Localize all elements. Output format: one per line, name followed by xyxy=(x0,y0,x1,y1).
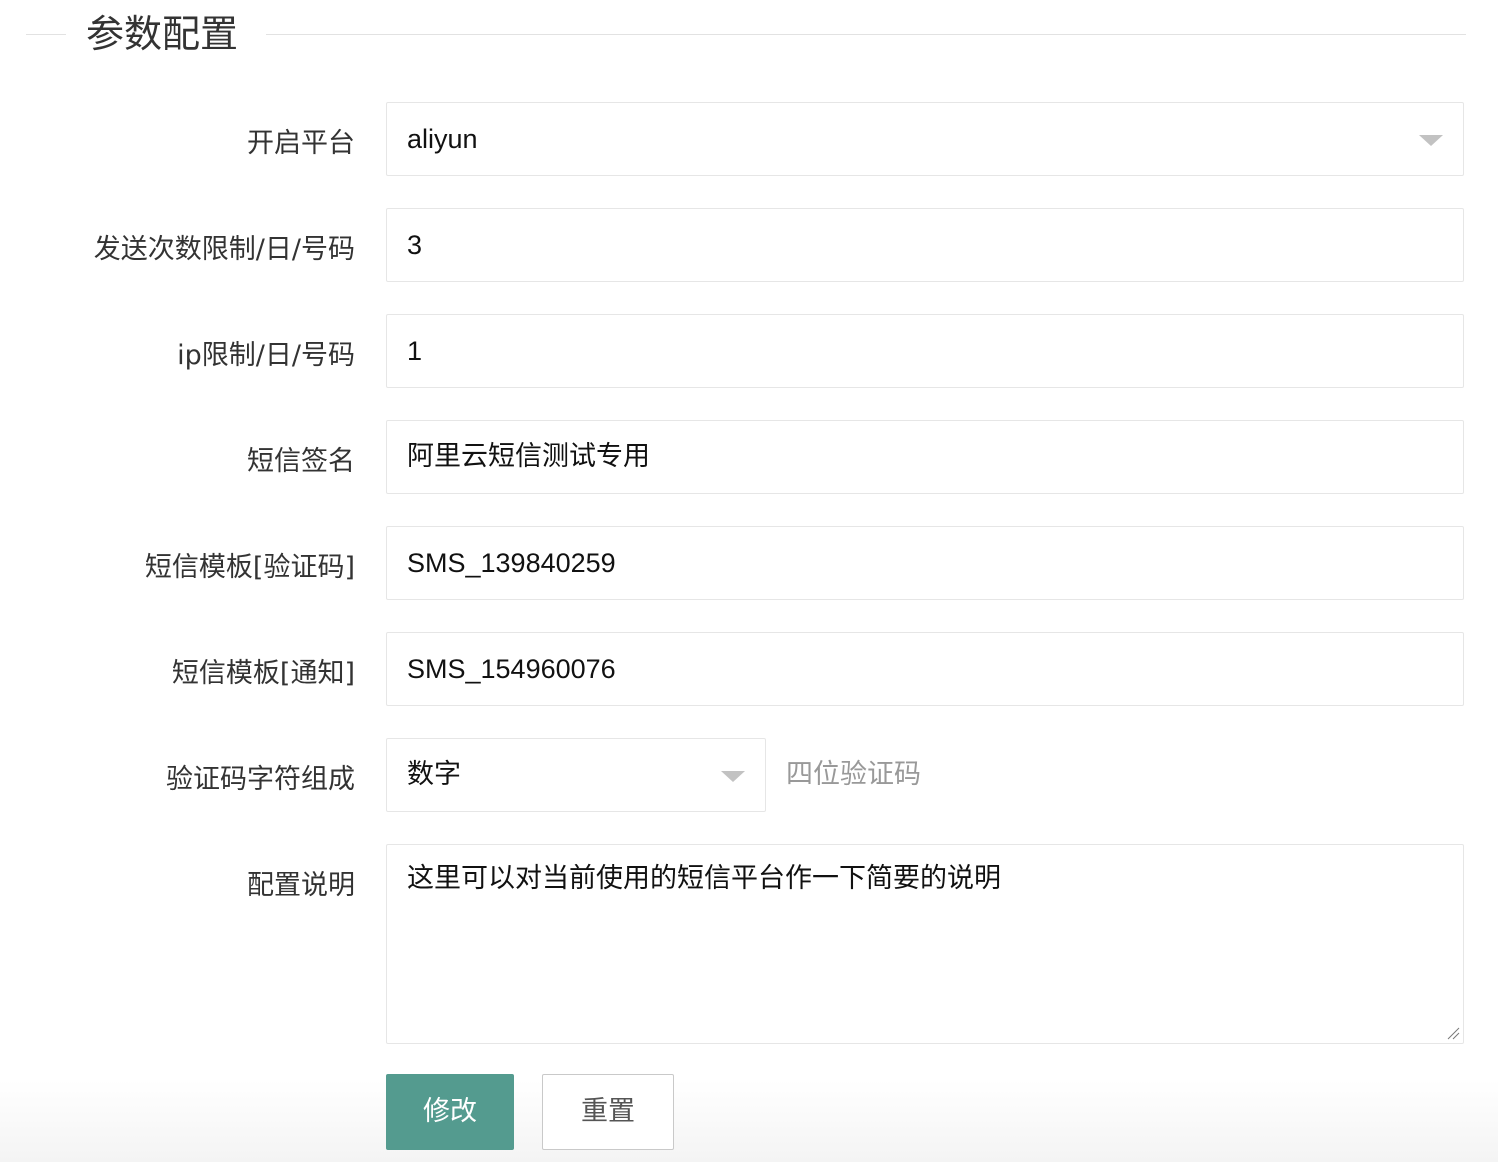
signature-value: 阿里云短信测试专用 xyxy=(407,441,650,472)
description-textarea[interactable]: 这里可以对当前使用的短信平台作一下简要的说明 xyxy=(386,844,1464,1044)
chevron-down-icon xyxy=(721,771,745,782)
description-value: 这里可以对当前使用的短信平台作一下简要的说明 xyxy=(407,863,1001,894)
reset-button[interactable]: 重置 xyxy=(542,1074,674,1150)
template-verify-label: 短信模板[验证码] xyxy=(144,552,355,583)
signature-input[interactable]: 阿里云短信测试专用 xyxy=(386,420,1464,494)
send-limit-label: 发送次数限制/日/号码 xyxy=(93,234,355,265)
code-charset-hint: 四位验证码 xyxy=(786,759,921,790)
platform-select-value: aliyun xyxy=(407,124,478,154)
template-notify-value: SMS_154960076 xyxy=(407,654,616,684)
template-verify-value: SMS_139840259 xyxy=(407,548,616,578)
platform-select[interactable]: aliyun xyxy=(386,102,1464,176)
ip-limit-label: ip限制/日/号码 xyxy=(177,340,355,371)
code-charset-label: 验证码字符组成 xyxy=(166,764,355,795)
code-charset-select[interactable]: 数字 xyxy=(386,738,766,812)
description-label: 配置说明 xyxy=(247,870,355,901)
submit-button[interactable]: 修改 xyxy=(386,1074,514,1150)
send-limit-input[interactable]: 3 xyxy=(386,208,1464,282)
legend-divider-right xyxy=(266,34,1466,35)
legend-divider-left xyxy=(26,34,66,35)
platform-label: 开启平台 xyxy=(247,128,355,159)
config-page: 参数配置 开启平台 aliyun 发送次数限制/日/号码 3 ip限制/日/号码… xyxy=(0,0,1498,1162)
ip-limit-value: 1 xyxy=(407,336,423,366)
send-limit-value: 3 xyxy=(407,230,423,260)
template-verify-input[interactable]: SMS_139840259 xyxy=(386,526,1464,600)
resize-grip-icon[interactable] xyxy=(1446,1026,1460,1040)
section-title: 参数配置 xyxy=(86,12,239,56)
template-notify-input[interactable]: SMS_154960076 xyxy=(386,632,1464,706)
chevron-down-icon xyxy=(1419,135,1443,146)
ip-limit-input[interactable]: 1 xyxy=(386,314,1464,388)
template-notify-label: 短信模板[通知] xyxy=(171,658,355,689)
code-charset-value: 数字 xyxy=(407,759,461,790)
signature-label: 短信签名 xyxy=(247,446,355,477)
